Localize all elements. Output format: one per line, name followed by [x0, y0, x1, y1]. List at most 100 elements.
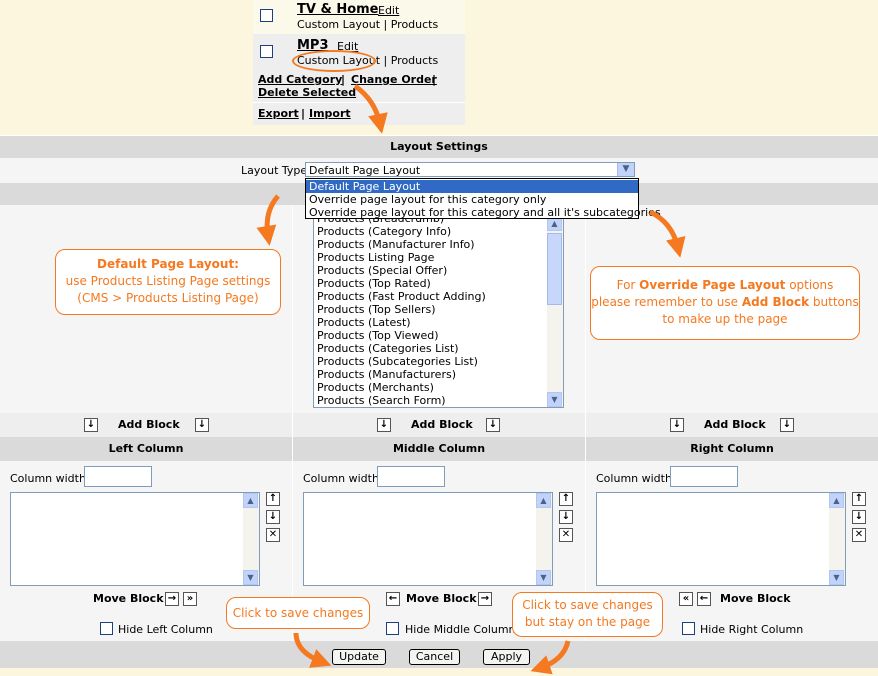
scroll-up-icon[interactable]: ▲: [536, 493, 551, 508]
column-width-label: Column width: [303, 472, 379, 485]
left-column-body: Column width ▲ ▼ ↑ ↓ ✕ Move Block → »: [0, 461, 292, 613]
layout-type-dropdown: Default Page Layout Override page layout…: [305, 178, 661, 219]
middle-column-blocks[interactable]: ▲ ▼: [303, 492, 553, 586]
list-item[interactable]: Products (Merchants): [317, 381, 434, 394]
scroll-down-icon[interactable]: ▼: [536, 570, 551, 585]
list-item[interactable]: Products Listing Page: [317, 251, 434, 264]
dropdown-option[interactable]: Default Page Layout: [306, 180, 638, 193]
layout-type-selected: Default Page Layout: [309, 164, 421, 177]
move-up-icon[interactable]: ↑: [559, 492, 573, 506]
scrollbar[interactable]: ▲ ▼: [547, 216, 563, 407]
chevron-down-icon[interactable]: ▼: [617, 163, 634, 176]
separator: |: [301, 107, 306, 120]
hide-middle-column-label: Hide Middle Column: [405, 623, 516, 636]
middle-column-width-input[interactable]: [377, 466, 445, 487]
right-column-body: Column width ▲ ▼ ↑ ↓ ✕ « ← Move Block: [586, 461, 878, 613]
hide-right-column-label: Hide Right Column: [700, 623, 804, 636]
export-import-actions: Export | Import: [253, 102, 465, 125]
cancel-button[interactable]: Cancel: [409, 649, 460, 665]
layout-type-select[interactable]: Default Page Layout ▼: [305, 162, 635, 177]
category-edit-link[interactable]: Edit: [378, 4, 399, 17]
scroll-down-icon[interactable]: ▼: [243, 570, 258, 585]
add-category-link[interactable]: Add Category: [258, 73, 342, 86]
list-item[interactable]: Products (Manufacturer Info): [317, 238, 475, 251]
list-item[interactable]: Products (Categories List): [317, 342, 459, 355]
available-blocks-list[interactable]: Products (Breadcrumb) Products (Category…: [313, 215, 564, 408]
list-item[interactable]: Products (Top Rated): [317, 277, 431, 290]
callout-text: buttons: [809, 295, 859, 309]
highlight-oval: [292, 50, 376, 72]
list-item[interactable]: Products (Fast Product Adding): [317, 290, 486, 303]
move-down-icon[interactable]: ↓: [852, 510, 866, 524]
separator: |: [341, 73, 346, 86]
add-block-down-icon[interactable]: ↓: [84, 418, 98, 432]
scroll-down-icon[interactable]: ▼: [547, 392, 562, 407]
middle-column-body: Column width ▲ ▼ ↑ ↓ ✕ ← Move Block →: [293, 461, 585, 613]
right-column-width-input[interactable]: [670, 466, 738, 487]
scrollbar[interactable]: ▲ ▼: [536, 493, 552, 585]
move-far-left-icon[interactable]: «: [679, 592, 693, 606]
list-item[interactable]: Products (Latest): [317, 316, 411, 329]
apply-button[interactable]: Apply: [483, 649, 530, 665]
list-item[interactable]: Products (Search Form): [317, 394, 446, 407]
hide-right-column-checkbox[interactable]: [682, 622, 695, 635]
add-block-down-icon[interactable]: ↓: [377, 418, 391, 432]
add-block-row-middle: ↓ Add Block ↓: [293, 413, 585, 437]
list-item[interactable]: Products (Special Offer): [317, 264, 447, 277]
column-width-label: Column width: [596, 472, 672, 485]
scroll-down-icon[interactable]: ▼: [829, 570, 844, 585]
move-down-icon[interactable]: ↓: [266, 510, 280, 524]
middle-column-title: Middle Column: [293, 437, 585, 461]
move-down-icon[interactable]: ↓: [559, 510, 573, 524]
move-right-icon[interactable]: →: [165, 592, 179, 606]
scroll-up-icon[interactable]: ▲: [243, 493, 258, 508]
delete-selected-link[interactable]: Delete Selected: [258, 86, 356, 99]
add-block-label: Add Block: [411, 418, 473, 431]
list-item[interactable]: Products (Manufacturers): [317, 368, 456, 381]
dropdown-option[interactable]: Override page layout for this category a…: [306, 206, 661, 219]
scroll-up-icon[interactable]: ▲: [829, 493, 844, 508]
add-block-row-left: ↓ Add Block ↓: [0, 413, 292, 437]
move-left-icon[interactable]: ←: [386, 592, 400, 606]
list-item[interactable]: Products (Top Sellers): [317, 303, 436, 316]
left-column-title: Left Column: [0, 437, 292, 461]
add-block-down-icon[interactable]: ↓: [486, 418, 500, 432]
remove-block-icon[interactable]: ✕: [852, 528, 866, 542]
remove-block-icon[interactable]: ✕: [266, 528, 280, 542]
hide-left-column-checkbox[interactable]: [100, 622, 113, 635]
category-row: TV & Home Edit Custom Layout | Products: [253, 0, 465, 34]
move-far-right-icon[interactable]: »: [183, 592, 197, 606]
add-block-down-icon[interactable]: ↓: [195, 418, 209, 432]
move-up-icon[interactable]: ↑: [852, 492, 866, 506]
scroll-thumb[interactable]: [547, 233, 562, 305]
import-link[interactable]: Import: [309, 107, 351, 120]
category-name-link[interactable]: TV & Home: [297, 2, 379, 17]
add-block-label: Add Block: [118, 418, 180, 431]
hide-middle-column-checkbox[interactable]: [386, 622, 399, 635]
left-column-blocks[interactable]: ▲ ▼: [10, 492, 260, 586]
move-up-icon[interactable]: ↑: [266, 492, 280, 506]
override-layout-callout: For Override Page Layout options please …: [590, 266, 860, 340]
dropdown-option[interactable]: Override page layout for this category o…: [306, 193, 638, 206]
scrollbar[interactable]: ▲ ▼: [243, 493, 259, 585]
list-item[interactable]: Products (Top Viewed): [317, 329, 439, 342]
scrollbar[interactable]: ▲ ▼: [829, 493, 845, 585]
list-item[interactable]: Products (Subcategories List): [317, 355, 478, 368]
add-block-down-icon[interactable]: ↓: [780, 418, 794, 432]
export-link[interactable]: Export: [258, 107, 299, 120]
remove-block-icon[interactable]: ✕: [559, 528, 573, 542]
callout-text: Click to save changes: [232, 606, 364, 620]
category-checkbox[interactable]: [260, 45, 273, 58]
callout-bold: Add Block: [741, 295, 810, 309]
add-block-down-icon[interactable]: ↓: [670, 418, 684, 432]
move-right-icon[interactable]: →: [478, 592, 492, 606]
list-item[interactable]: Products (Category Info): [317, 225, 451, 238]
update-button[interactable]: Update: [332, 649, 386, 665]
move-left-icon[interactable]: ←: [697, 592, 711, 606]
change-order-link[interactable]: Change Order: [351, 73, 437, 86]
category-subtitle: Custom Layout | Products: [297, 18, 439, 31]
category-checkbox[interactable]: [260, 9, 273, 22]
right-column-blocks[interactable]: ▲ ▼: [596, 492, 846, 586]
default-layout-callout: Default Page Layout: use Products Listin…: [55, 249, 281, 315]
left-column-width-input[interactable]: [84, 466, 152, 487]
